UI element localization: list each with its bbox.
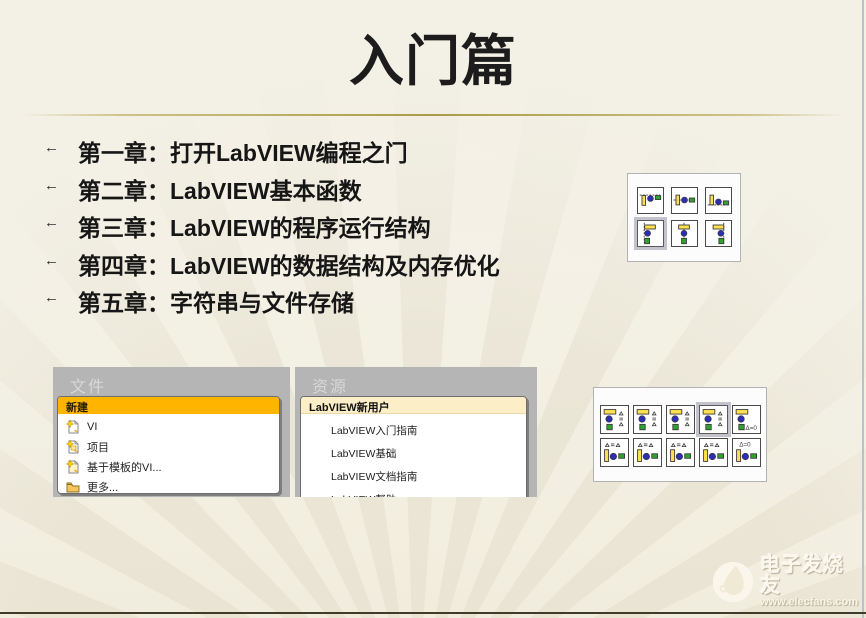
resources-menu-item-label: LabVIEW入门指南	[331, 423, 417, 438]
resources-menu-item-label: LabVIEW文档指南	[331, 469, 417, 484]
slide-title: 入门篇	[0, 16, 866, 96]
svg-text:Δ=0: Δ=0	[746, 425, 758, 432]
bullet-arrow-icon: ←	[44, 284, 66, 306]
elecfans-url-text: www.elecfans.com	[760, 597, 862, 609]
align-objects-palette	[627, 173, 741, 262]
file-menu-item[interactable]: VI	[58, 417, 279, 437]
distribute-vertical-gaps[interactable]	[699, 405, 728, 434]
new-project-icon	[66, 440, 80, 454]
align-palette-grid	[637, 187, 731, 247]
right-edge-line	[862, 0, 864, 618]
chapter-label: 第二章：LabVIEW基本函数	[66, 172, 362, 206]
title-divider-line	[22, 114, 844, 116]
slide-canvas: 入门篇 ← 第一章：打开LabVIEW编程之门 ← 第二章：LabVIEW基本函…	[0, 0, 866, 618]
distribute-horizontal-compress[interactable]: Δ=0	[732, 438, 761, 467]
file-menu-item[interactable]: 基于模板的VI...	[58, 457, 279, 477]
file-menu-items: VI 项目 基于模板的VI... 更多...	[58, 414, 279, 494]
chapter-list-item: ← 第五章：字符串与文件存储	[44, 284, 500, 322]
file-menu-item[interactable]: 更多...	[58, 477, 279, 494]
resources-menu-header: 资源	[295, 367, 537, 397]
file-menu-item-label: 更多...	[87, 479, 118, 494]
elecfans-drop-icon	[710, 559, 756, 605]
svg-text:Δ=0: Δ=0	[739, 442, 751, 449]
chapter-list-item: ← 第四章：LabVIEW的数据结构及内存优化	[44, 247, 500, 285]
vi-from-template-icon	[66, 460, 80, 474]
bullet-arrow-icon: ←	[44, 172, 66, 194]
elecfans-brand-text: 电子发烧友	[760, 555, 862, 597]
resources-menu-item[interactable]: LabVIEW入门指南	[301, 419, 526, 442]
resources-menu-item-label: LabVIEW基础	[331, 446, 396, 461]
elecfans-watermark: 电子发烧友 www.elecfans.com	[710, 554, 862, 610]
chapter-label: 第三章：LabVIEW的程序运行结构	[66, 209, 431, 243]
bullet-arrow-icon: ←	[44, 247, 66, 269]
bottom-edge-line	[0, 612, 866, 614]
distribute-left-edges[interactable]	[600, 438, 629, 467]
file-menu-card: 新建 VI 项目 基于模板的VI...	[57, 396, 280, 494]
align-bottom-edges[interactable]	[705, 187, 732, 214]
folder-icon	[66, 480, 80, 494]
resources-menu-card: LabVIEW新用户 LabVIEW入门指南 LabVIEW基础 LabVIEW…	[300, 396, 527, 497]
file-menu-screenshot: 文件 新建 VI 项目 基于模板的V	[53, 367, 290, 497]
chapter-list-item: ← 第三章：LabVIEW的程序运行结构	[44, 209, 500, 247]
file-menu-item-label: 项目	[87, 439, 109, 455]
new-vi-icon	[66, 420, 80, 434]
resources-menu-item[interactable]: LabVIEW文档指南	[301, 465, 526, 488]
align-right-edges[interactable]	[705, 220, 732, 247]
new-section-header: 新建	[58, 397, 279, 414]
align-left-edges[interactable]	[637, 220, 664, 247]
resources-menu-item[interactable]: LabVIEW帮助	[301, 488, 526, 497]
chapter-label: 第五章：字符串与文件存储	[66, 284, 354, 318]
distribute-bottom-edges[interactable]	[666, 405, 695, 434]
file-menu-item-label: 基于模板的VI...	[87, 459, 162, 475]
resources-menu-item-label: LabVIEW帮助	[331, 492, 396, 497]
chapter-label: 第四章：LabVIEW的数据结构及内存优化	[66, 247, 500, 281]
distribute-top-edges[interactable]	[600, 405, 629, 434]
distribute-horizontal-centers[interactable]	[633, 438, 662, 467]
distribute-horizontal-gaps[interactable]	[699, 438, 728, 467]
distribute-palette-grid: Δ=0 Δ=0	[600, 405, 760, 467]
file-menu-item[interactable]: 项目	[58, 437, 279, 457]
align-vertical-centers[interactable]	[671, 187, 698, 214]
align-top-edges[interactable]	[637, 187, 664, 214]
chapter-list: ← 第一章：打开LabVIEW编程之门 ← 第二章：LabVIEW基本函数 ← …	[44, 134, 500, 322]
chapter-label: 第一章：打开LabVIEW编程之门	[66, 134, 408, 168]
new-users-section-header: LabVIEW新用户	[301, 397, 526, 414]
distribute-vertical-centers[interactable]	[633, 405, 662, 434]
resources-menu-item[interactable]: LabVIEW基础	[301, 442, 526, 465]
align-horizontal-centers[interactable]	[671, 220, 698, 247]
bullet-arrow-icon: ←	[44, 209, 66, 231]
distribute-vertical-compress[interactable]: Δ=0	[732, 405, 761, 434]
resources-menu-screenshot: 资源 LabVIEW新用户 LabVIEW入门指南 LabVIEW基础 LabV…	[295, 367, 537, 497]
distribute-objects-palette: Δ=0 Δ=0	[593, 387, 767, 482]
file-menu-header: 文件	[53, 367, 290, 397]
chapter-list-item: ← 第二章：LabVIEW基本函数	[44, 172, 500, 210]
file-menu-item-label: VI	[87, 421, 97, 433]
chapter-list-item: ← 第一章：打开LabVIEW编程之门	[44, 134, 500, 172]
distribute-right-edges[interactable]	[666, 438, 695, 467]
bullet-arrow-icon: ←	[44, 134, 66, 156]
resources-menu-items: LabVIEW入门指南 LabVIEW基础 LabVIEW文档指南 LabVIE…	[301, 414, 526, 497]
